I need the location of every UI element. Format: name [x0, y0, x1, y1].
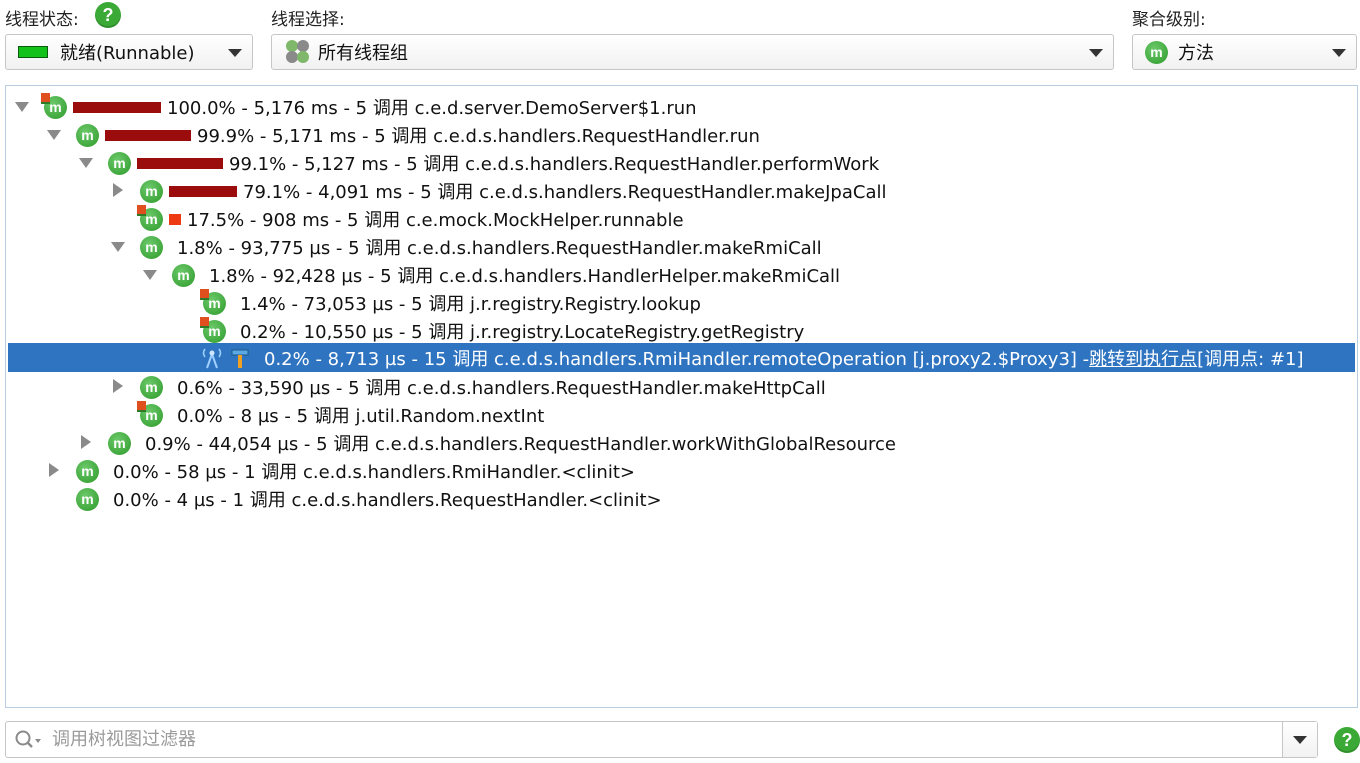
tree-row-label: 79.1% - 4,091 ms - 5 调用 c.e.d.s.handlers…	[243, 182, 887, 203]
tree-row[interactable]: m 0.6% - 33,590 µs - 5 调用 c.e.d.s.handle…	[8, 372, 1355, 400]
tree-row[interactable]: m 0.9% - 44,054 µs - 5 调用 c.e.d.s.handle…	[8, 428, 1355, 456]
tree-row-label: 17.5% - 908 ms - 5 调用 c.e.mock.MockHelpe…	[187, 210, 684, 231]
method-icon: m	[200, 288, 226, 315]
tree-row-label: 0.0% - 4 µs - 1 调用 c.e.d.s.handlers.Requ…	[113, 490, 662, 511]
method-icon: m	[137, 204, 163, 231]
collapse-icon[interactable]	[15, 102, 29, 112]
method-icon: m	[140, 235, 163, 259]
collapse-icon[interactable]	[111, 242, 125, 252]
hammer-icon	[231, 349, 249, 368]
method-icon: m	[140, 179, 163, 203]
tree-row[interactable]: m 1.8% - 92,428 µs - 5 调用 c.e.d.s.handle…	[8, 260, 1355, 288]
thread-group-icon	[286, 40, 310, 64]
search-icon	[15, 730, 41, 748]
tree-row[interactable]: m 1.4% - 73,053 µs - 5 调用 j.r.registry.R…	[8, 288, 1355, 316]
tree-row[interactable]: m 79.1% - 4,091 ms - 5 调用 c.e.d.s.handle…	[8, 176, 1355, 204]
call-site-label: [调用点: #1]	[1197, 349, 1304, 370]
method-icon: m	[1145, 40, 1168, 64]
call-tree[interactable]: m 100.0% - 5,176 ms - 5 调用 c.e.d.server.…	[5, 85, 1358, 708]
chevron-down-icon	[1332, 49, 1346, 57]
aggregation-level-label: 聚合级别:	[1132, 10, 1206, 30]
tree-row-label: 1.8% - 93,775 µs - 5 调用 c.e.d.s.handlers…	[177, 238, 822, 259]
method-icon: m	[76, 487, 99, 511]
method-icon: m	[41, 92, 67, 119]
jump-to-call-site-link[interactable]: 跳转到执行点	[1089, 345, 1197, 371]
rmi-call-icons	[198, 346, 250, 370]
tree-row-label: 99.9% - 5,171 ms - 5 调用 c.e.d.s.handlers…	[197, 126, 760, 147]
expand-icon[interactable]	[113, 379, 123, 393]
tree-row-label: 1.4% - 73,053 µs - 5 调用 j.r.registry.Reg…	[240, 294, 701, 315]
tree-row-label: 0.2% - 10,550 µs - 5 调用 j.r.registry.Loc…	[240, 322, 805, 343]
runnable-state-icon	[18, 46, 48, 58]
tree-row[interactable]: m 100.0% - 5,176 ms - 5 调用 c.e.d.server.…	[8, 92, 1355, 120]
collapse-icon[interactable]	[47, 130, 61, 140]
method-icon: m	[140, 375, 163, 399]
tree-row-label: 0.0% - 58 µs - 1 调用 c.e.d.s.handlers.Rmi…	[113, 462, 635, 483]
time-bar	[73, 101, 161, 113]
tree-row-label: 1.8% - 92,428 µs - 5 调用 c.e.d.s.handlers…	[209, 266, 841, 287]
tree-row-label: 99.1% - 5,127 ms - 5 调用 c.e.d.s.handlers…	[229, 154, 880, 175]
help-icon[interactable]: ?	[1334, 727, 1360, 753]
help-icon[interactable]: ?	[95, 2, 121, 28]
tree-row[interactable]: m 1.8% - 93,775 µs - 5 调用 c.e.d.s.handle…	[8, 232, 1355, 260]
remote-antenna-icon	[202, 348, 222, 369]
tree-row[interactable]: m 0.0% - 58 µs - 1 调用 c.e.d.s.handlers.R…	[8, 456, 1355, 484]
time-bar	[137, 157, 223, 169]
thread-state-value: 就绪(Runnable)	[60, 43, 195, 64]
chevron-down-icon	[228, 49, 242, 57]
tree-row[interactable]: m 99.1% - 5,127 ms - 5 调用 c.e.d.s.handle…	[8, 148, 1355, 176]
thread-state-label: 线程状态:	[5, 10, 79, 30]
time-bar	[169, 213, 181, 225]
aggregation-level-value: 方法	[1178, 43, 1214, 64]
tree-row[interactable]: m 17.5% - 908 ms - 5 调用 c.e.mock.MockHel…	[8, 204, 1355, 232]
method-icon: m	[137, 400, 163, 427]
method-icon: m	[76, 459, 99, 483]
expand-icon[interactable]	[81, 435, 91, 449]
thread-state-dropdown[interactable]: 就绪(Runnable)	[5, 34, 253, 70]
tree-row[interactable]: m 0.0% - 8 µs - 5 调用 j.util.Random.nextI…	[8, 400, 1355, 428]
thread-selection-dropdown[interactable]: 所有线程组	[271, 34, 1114, 70]
collapse-icon[interactable]	[79, 158, 93, 168]
tree-row[interactable]: m 0.0% - 4 µs - 1 调用 c.e.d.s.handlers.Re…	[8, 484, 1355, 512]
expand-icon[interactable]	[113, 183, 123, 197]
tree-row[interactable]: m 99.9% - 5,171 ms - 5 调用 c.e.d.s.handle…	[8, 120, 1355, 148]
time-bar	[105, 129, 191, 141]
method-icon: m	[172, 263, 195, 287]
thread-selection-value: 所有线程组	[318, 43, 408, 64]
thread-selection-label: 线程选择:	[271, 10, 345, 30]
method-icon: m	[108, 431, 131, 455]
expand-icon[interactable]	[49, 463, 59, 477]
filter-history-dropdown[interactable]	[1282, 722, 1317, 757]
tree-row-label: 0.0% - 8 µs - 5 调用 j.util.Random.nextInt	[177, 406, 545, 427]
method-icon: m	[76, 123, 99, 147]
tree-row[interactable]: m 0.2% - 10,550 µs - 5 调用 j.r.registry.L…	[8, 316, 1355, 344]
method-icon: m	[200, 316, 226, 343]
tree-row-label: 100.0% - 5,176 ms - 5 调用 c.e.d.server.De…	[167, 98, 697, 119]
filter-input[interactable]	[50, 728, 1234, 751]
call-tree-filter[interactable]	[5, 721, 1318, 758]
tree-row-label: 0.6% - 33,590 µs - 5 调用 c.e.d.s.handlers…	[177, 378, 826, 399]
tree-row-label: 0.9% - 44,054 µs - 5 调用 c.e.d.s.handlers…	[145, 434, 896, 455]
method-icon: m	[108, 151, 131, 175]
collapse-icon[interactable]	[143, 270, 157, 280]
time-bar	[169, 185, 237, 197]
chevron-down-icon	[1089, 49, 1103, 57]
aggregation-level-dropdown[interactable]: m 方法	[1132, 34, 1357, 70]
tree-row-label: 0.2% - 8,713 µs - 15 调用 c.e.d.s.handlers…	[264, 349, 1090, 370]
tree-row-selected[interactable]: 0.2% - 8,713 µs - 15 调用 c.e.d.s.handlers…	[8, 343, 1355, 372]
